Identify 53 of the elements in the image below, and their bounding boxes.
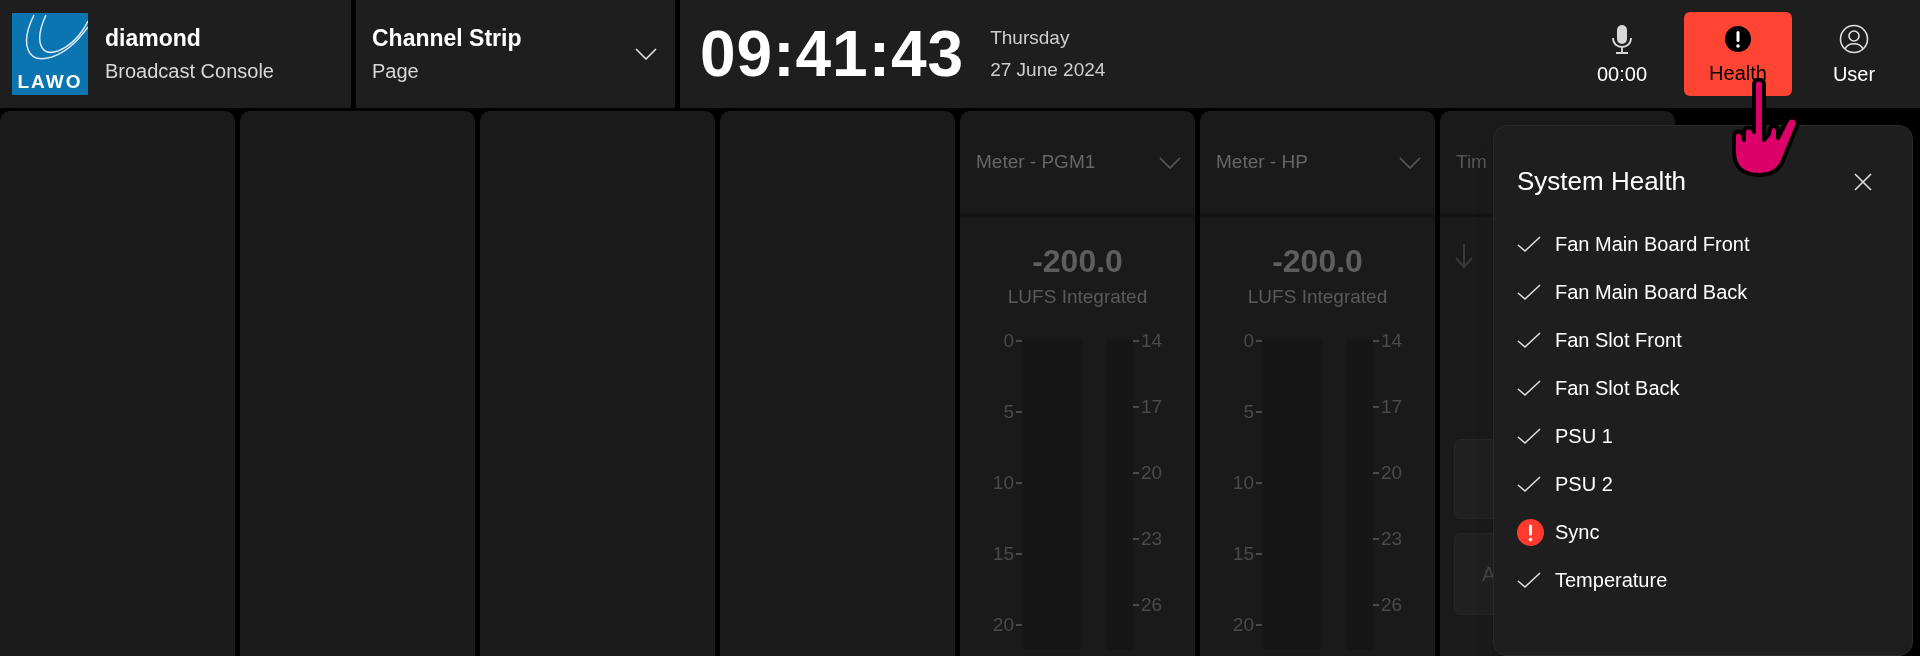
page-selector[interactable]: Channel Strip Page — [356, 0, 675, 108]
tick-mark — [1256, 339, 1262, 342]
brand-subtitle: Broadcast Console — [105, 58, 274, 84]
health-item: Fan Slot Front — [1555, 328, 1682, 353]
tick-mark — [1373, 603, 1379, 606]
page-subtitle: Page — [372, 58, 420, 84]
tick-mark — [1016, 339, 1022, 342]
recording-timer-button[interactable]: 00:00 — [1568, 12, 1676, 96]
meter-value: -200.0 — [1272, 245, 1363, 277]
tick-mark — [1256, 623, 1262, 626]
meter-unit: LUFS Integrated — [1007, 285, 1148, 309]
clock-day: Thursday — [990, 23, 1106, 52]
close-button[interactable] — [1854, 172, 1872, 191]
tick-mark — [1373, 339, 1379, 342]
tick-mark — [1133, 405, 1139, 408]
clock-time: 09:41:43 — [700, 22, 965, 86]
tick-mark — [1256, 410, 1262, 413]
user-button[interactable]: User — [1800, 12, 1908, 96]
health-item: Fan Main Board Back — [1555, 280, 1748, 305]
health-button[interactable]: Health — [1684, 12, 1792, 96]
chevron-down-icon — [635, 48, 657, 60]
tick-mark — [1133, 603, 1139, 606]
tick-mark — [1256, 481, 1262, 484]
tick-mark — [1133, 471, 1139, 474]
tick-mark — [1373, 405, 1379, 408]
meter-value: -200.0 — [1032, 245, 1123, 277]
health-item: Fan Main Board Front — [1555, 232, 1750, 257]
meter-unit: LUFS Integrated — [1247, 285, 1388, 309]
arrow-down-icon — [1454, 243, 1474, 269]
tick-mark — [1016, 481, 1022, 484]
health-item: Fan Slot Back — [1555, 376, 1680, 401]
chevron-down-icon — [1399, 156, 1421, 169]
chevron-down-icon — [1159, 156, 1181, 169]
clock-date: 27 June 2024 — [990, 58, 1106, 82]
tick-mark — [1373, 537, 1379, 540]
brand-name: diamond — [105, 24, 202, 53]
health-item: Temperature — [1555, 568, 1668, 593]
popover-title: System Health — [1517, 165, 1687, 198]
tick-mark — [1256, 552, 1262, 555]
tick-mark — [1373, 471, 1379, 474]
alert-icon — [1724, 25, 1752, 53]
tick-mark — [1016, 552, 1022, 555]
tick-mark — [1016, 623, 1022, 626]
page-title: Channel Strip — [372, 24, 523, 53]
user-icon — [1839, 24, 1869, 54]
tick-mark — [1133, 339, 1139, 342]
health-item: PSU 1 — [1555, 424, 1613, 449]
microphone-icon — [1611, 24, 1633, 54]
health-item: PSU 2 — [1555, 472, 1613, 497]
health-item: Sync — [1555, 520, 1600, 545]
tick-mark — [1016, 410, 1022, 413]
tick-mark — [1133, 537, 1139, 540]
logo-text: LAWO — [17, 72, 83, 91]
